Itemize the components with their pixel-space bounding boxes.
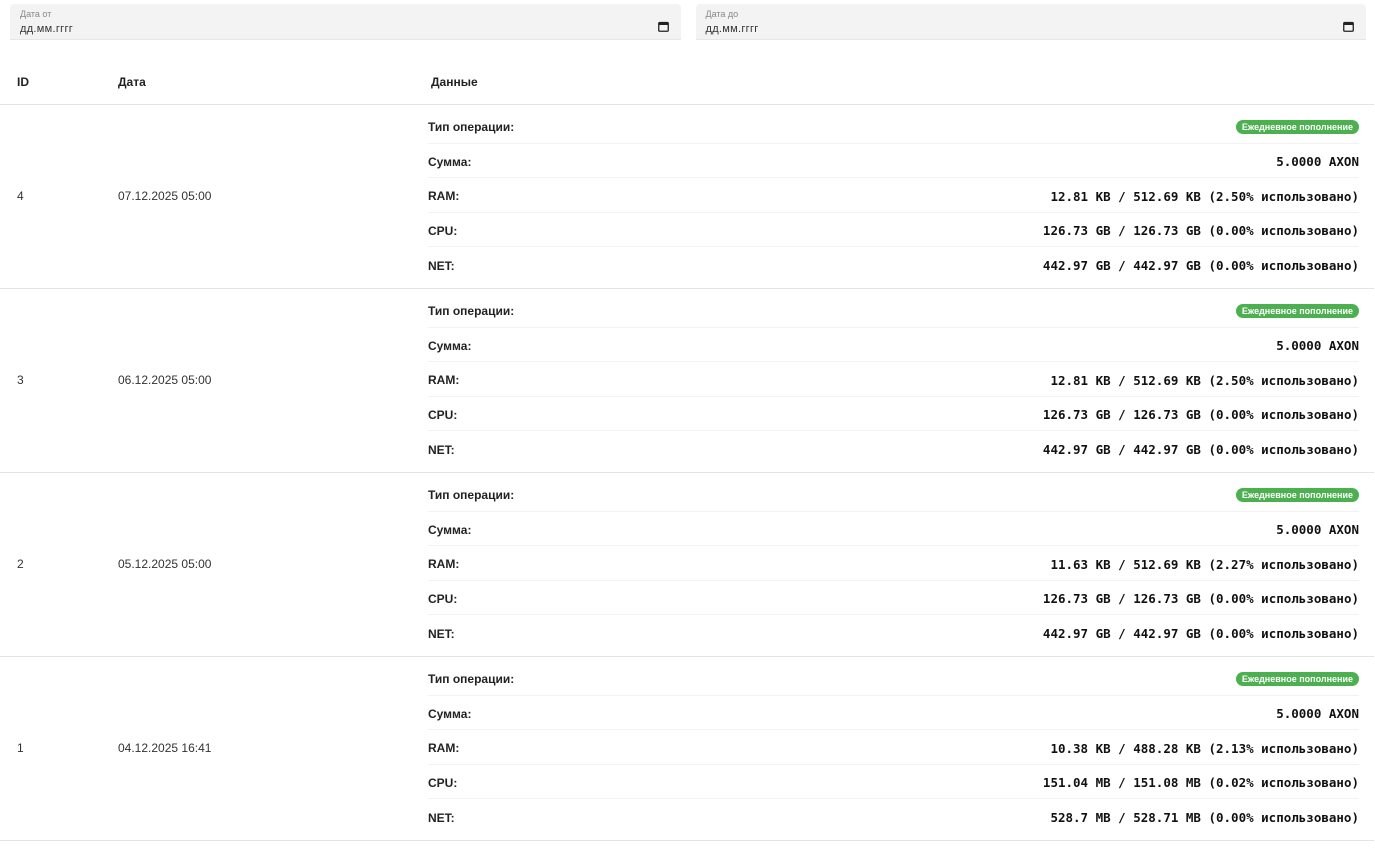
ram-value: 10.38 KB / 488.28 KB (2.13% использовано… bbox=[1050, 740, 1359, 756]
table-row[interactable]: 1 04.12.2025 16:41 Тип операции: Ежедневн… bbox=[0, 656, 1374, 841]
field-label: RAM: bbox=[428, 557, 460, 571]
header-id[interactable]: ID bbox=[0, 60, 101, 105]
field-net: NET: 442.97 GB / 442.97 GB (0.00% использ… bbox=[428, 618, 1359, 650]
field-cpu: CPU: 126.73 GB / 126.73 GB (0.00% использ… bbox=[428, 583, 1359, 615]
row-date: 05.12.2025 05:00 bbox=[101, 472, 414, 657]
cpu-value: 126.73 GB / 126.73 GB (0.00% использован… bbox=[1042, 407, 1359, 422]
table-row[interactable]: 3 06.12.2025 05:00 Тип операции: Ежедневн… bbox=[0, 288, 1374, 473]
date-from-field[interactable]: Дата от дд.мм.гггг bbox=[10, 4, 681, 40]
date-to-input[interactable]: дд.мм.гггг bbox=[706, 23, 759, 35]
field-label: CPU: bbox=[428, 591, 458, 606]
operation-type-badge: Ежедневное пополнение bbox=[1235, 488, 1359, 502]
field-net: NET: 442.97 GB / 442.97 GB (0.00% использ… bbox=[428, 434, 1359, 466]
field-net: NET: 528.7 MB / 528.71 MB (0.00% использо… bbox=[428, 802, 1359, 834]
date-from-input[interactable]: дд.мм.гггг bbox=[20, 23, 73, 35]
ram-value: 11.63 KB / 512.69 KB (2.27% использовано… bbox=[1050, 556, 1359, 572]
field-cpu: CPU: 126.73 GB / 126.73 GB (0.00% использ… bbox=[428, 399, 1359, 431]
net-value: 442.97 GB / 442.97 GB (0.00% использован… bbox=[1042, 626, 1359, 641]
cpu-value: 126.73 GB / 126.73 GB (0.00% использован… bbox=[1042, 223, 1359, 238]
ram-value: 12.81 KB / 512.69 KB (2.50% использовано… bbox=[1050, 372, 1359, 388]
field-label: Сумма: bbox=[428, 154, 472, 169]
field-label: NET: bbox=[428, 810, 455, 825]
row-id: 3 bbox=[0, 288, 101, 473]
date-to-field[interactable]: Дата до дд.мм.гггг bbox=[695, 4, 1366, 40]
field-label: RAM: bbox=[428, 741, 460, 755]
operation-type-badge: Ежедневное пополнение bbox=[1235, 120, 1359, 134]
table-row[interactable]: 2 05.12.2025 05:00 Тип операции: Ежедневн… bbox=[0, 472, 1374, 657]
field-type: Тип операции: Ежедневное пополнение bbox=[428, 296, 1359, 328]
amount-value: 5.0000 AXON bbox=[1276, 522, 1359, 537]
ram-value: 12.81 KB / 512.69 KB (2.50% использовано… bbox=[1050, 188, 1359, 204]
field-cpu: CPU: 151.04 MB / 151.08 MB (0.02% использ… bbox=[428, 767, 1359, 799]
date-to-label: Дата до bbox=[705, 9, 739, 19]
field-label: CPU: bbox=[428, 223, 458, 238]
table-header-row: ID Дата Данные bbox=[0, 60, 1374, 105]
field-label: Сумма: bbox=[428, 706, 472, 721]
field-label: Тип операции: bbox=[428, 120, 515, 134]
cpu-value: 126.73 GB / 126.73 GB (0.00% использован… bbox=[1042, 591, 1359, 606]
calendar-icon[interactable] bbox=[657, 21, 669, 32]
amount-value: 5.0000 AXON bbox=[1276, 706, 1359, 721]
calendar-icon[interactable] bbox=[1343, 21, 1354, 32]
row-data: Тип операции: Ежедневное пополнение Сумма… bbox=[414, 104, 1374, 289]
history-table: ID Дата Данные 4 07.12.2025 05:00 Тип оп… bbox=[0, 60, 1374, 841]
table-row[interactable]: 4 07.12.2025 05:00 Тип операции: Ежедневн… bbox=[0, 104, 1374, 289]
field-ram: RAM: 11.63 KB / 512.69 KB (2.27% использо… bbox=[428, 549, 1359, 581]
field-type: Тип операции: Ежедневное пополнение bbox=[428, 112, 1359, 144]
header-data[interactable]: Данные bbox=[414, 60, 1374, 105]
row-data: Тип операции: Ежедневное пополнение Сумма… bbox=[414, 472, 1374, 657]
field-amount: Сумма: 5.0000 AXON bbox=[428, 330, 1359, 362]
field-label: Тип операции: bbox=[428, 304, 515, 318]
net-value: 442.97 GB / 442.97 GB (0.00% использован… bbox=[1042, 442, 1359, 457]
field-ram: RAM: 12.81 KB / 512.69 KB (2.50% использо… bbox=[428, 181, 1359, 213]
field-cpu: CPU: 126.73 GB / 126.73 GB (0.00% использ… bbox=[428, 215, 1359, 247]
amount-value: 5.0000 AXON bbox=[1276, 154, 1359, 169]
field-ram: RAM: 12.81 KB / 512.69 KB (2.50% использо… bbox=[428, 365, 1359, 397]
field-amount: Сумма: 5.0000 AXON bbox=[428, 698, 1359, 730]
row-date: 04.12.2025 16:41 bbox=[101, 656, 414, 841]
field-label: Тип операции: bbox=[428, 672, 515, 686]
field-label: Тип операции: bbox=[428, 488, 515, 502]
header-date[interactable]: Дата bbox=[101, 60, 414, 105]
field-label: NET: bbox=[428, 626, 455, 641]
net-value: 528.7 MB / 528.71 MB (0.00% использовано… bbox=[1050, 810, 1359, 825]
field-type: Тип операции: Ежедневное пополнение bbox=[428, 664, 1359, 696]
net-value: 442.97 GB / 442.97 GB (0.00% использован… bbox=[1042, 258, 1359, 273]
row-data: Тип операции: Ежедневное пополнение Сумма… bbox=[414, 656, 1374, 841]
field-label: NET: bbox=[428, 442, 455, 457]
field-net: NET: 442.97 GB / 442.97 GB (0.00% использ… bbox=[428, 250, 1359, 282]
field-amount: Сумма: 5.0000 AXON bbox=[428, 146, 1359, 178]
field-label: Сумма: bbox=[428, 522, 472, 537]
field-type: Тип операции: Ежедневное пополнение bbox=[428, 480, 1359, 512]
field-label: RAM: bbox=[428, 373, 460, 387]
row-data: Тип операции: Ежедневное пополнение Сумма… bbox=[414, 288, 1374, 473]
row-id: 4 bbox=[0, 104, 101, 289]
field-ram: RAM: 10.38 KB / 488.28 KB (2.13% использо… bbox=[428, 733, 1359, 765]
field-label: Сумма: bbox=[428, 338, 472, 353]
date-from-label: Дата от bbox=[20, 9, 52, 19]
field-label: CPU: bbox=[428, 407, 458, 422]
row-id: 2 bbox=[0, 472, 101, 657]
row-date: 06.12.2025 05:00 bbox=[101, 288, 414, 473]
row-id: 1 bbox=[0, 656, 101, 841]
operation-type-badge: Ежедневное пополнение bbox=[1235, 672, 1359, 686]
amount-value: 5.0000 AXON bbox=[1276, 338, 1359, 353]
field-label: NET: bbox=[428, 258, 455, 273]
field-label: CPU: bbox=[428, 775, 458, 790]
field-label: RAM: bbox=[428, 189, 460, 203]
cpu-value: 151.04 MB / 151.08 MB (0.02% использован… bbox=[1042, 775, 1359, 790]
date-filters: Дата от дд.мм.гггг Дата до дд.мм.гггг bbox=[10, 4, 1366, 40]
field-amount: Сумма: 5.0000 AXON bbox=[428, 514, 1359, 546]
row-date: 07.12.2025 05:00 bbox=[101, 104, 414, 289]
operation-type-badge: Ежедневное пополнение bbox=[1235, 304, 1359, 318]
